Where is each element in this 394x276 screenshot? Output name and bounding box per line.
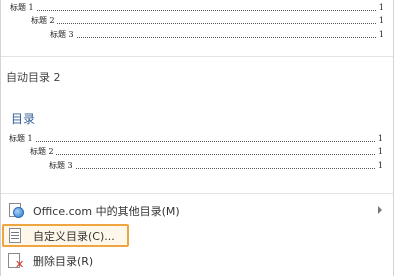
office-more-toc-label: Office.com 中的其他目录(M) (33, 205, 180, 218)
office-globe-icon (7, 203, 25, 219)
toc-entry-level-1: 标题 1 1 (9, 134, 383, 144)
remove-toc-menu-item[interactable]: ✕ 删除目录(R) (2, 250, 394, 272)
office-more-toc-menu-item[interactable]: Office.com 中的其他目录(M) (2, 200, 394, 222)
menu-divider (1, 193, 393, 194)
toc-entry-level-3: 标题 3 1 (50, 30, 384, 40)
toc-gallery-item-top[interactable]: 标题 1 1 标题 2 1 标题 3 1 (2, 0, 394, 52)
remove-toc-icon: ✕ (7, 253, 25, 270)
custom-toc-icon (7, 228, 25, 244)
submenu-arrow-icon (378, 206, 382, 214)
toc-entry-level-1: 标题 1 1 (10, 3, 384, 13)
auto-toc-2-title: 自动目录 2 (6, 71, 61, 84)
toc-dropdown-panel: 标题 1 1 标题 2 1 标题 3 1 自动目录 2 目录 标题 1 1 标题… (0, 0, 394, 276)
toc-entry-level-2: 标题 2 1 (31, 16, 384, 26)
remove-toc-label: 删除目录(R) (33, 255, 94, 268)
custom-toc-menu-item[interactable]: 自定义目录(C)... (2, 225, 394, 247)
gallery-divider (1, 56, 393, 57)
toc-entry-level-2: 标题 2 1 (30, 147, 383, 157)
toc-entry-level-3: 标题 3 1 (49, 161, 383, 171)
custom-toc-label: 自定义目录(C)... (33, 230, 115, 243)
toc-preview-heading: 目录 (11, 112, 36, 126)
